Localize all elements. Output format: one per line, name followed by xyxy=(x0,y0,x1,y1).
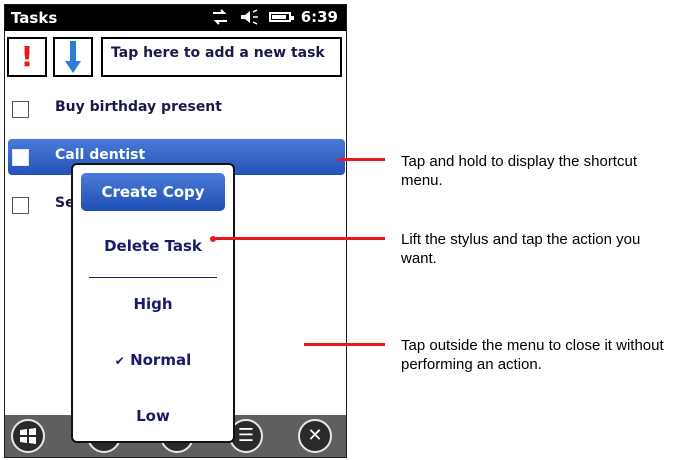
callout-line xyxy=(304,343,385,346)
check-icon: ✔ xyxy=(114,354,125,368)
close-button[interactable]: ✕ xyxy=(298,419,332,453)
callout-text: Lift the stylus and tap the action you w… xyxy=(401,231,641,267)
task-row[interactable]: Buy birthday present xyxy=(5,91,346,127)
sync-icon xyxy=(212,9,227,25)
volume-icon xyxy=(240,9,258,25)
callout-text: Tap and hold to display the shortcut men… xyxy=(401,153,637,189)
clock: 6:39 xyxy=(300,8,338,26)
task-checkbox[interactable] xyxy=(12,149,29,166)
exclamation-icon: ! xyxy=(20,40,34,73)
add-task-field[interactable]: Tap here to add a new task xyxy=(101,37,342,77)
task-checkbox[interactable] xyxy=(12,197,29,214)
callout-line xyxy=(212,237,385,240)
low-priority-button[interactable] xyxy=(53,37,93,77)
close-icon: ✕ xyxy=(307,425,323,446)
windows-start-icon xyxy=(20,428,36,444)
task-entry-bar: ! Tap here to add a new task xyxy=(5,35,346,79)
menu-item-low[interactable]: Low xyxy=(73,407,233,425)
menu-icon: ☰ xyxy=(237,425,255,446)
high-priority-button[interactable]: ! xyxy=(7,37,47,77)
menu-item-delete-task[interactable]: Delete Task xyxy=(73,237,233,255)
task-label: Buy birthday present xyxy=(55,99,222,115)
task-label: Call dentist xyxy=(55,147,146,163)
menu-item-high[interactable]: High xyxy=(73,295,233,313)
battery-icon xyxy=(268,12,294,22)
status-icons: 6:39 xyxy=(211,8,338,26)
down-arrow-icon xyxy=(65,41,81,73)
menu-divider xyxy=(89,277,217,278)
phone-screen: Tasks 6:39 ! Tap here to add a new task xyxy=(4,4,347,458)
status-bar: Tasks 6:39 xyxy=(5,5,346,31)
callout-line xyxy=(338,158,385,161)
windows-start-button[interactable] xyxy=(11,419,45,453)
callout-text: Tap outside the menu to close it without… xyxy=(401,337,664,373)
app-title: Tasks xyxy=(11,9,58,27)
task-checkbox[interactable] xyxy=(12,101,29,118)
menu-item-normal[interactable]: ✔ Normal xyxy=(73,351,233,369)
menu-item-create-copy[interactable]: Create Copy xyxy=(81,173,225,211)
shortcut-menu: Create Copy Delete Task High ✔ Normal Lo… xyxy=(71,163,235,443)
menu-item-label: Normal xyxy=(130,351,192,369)
